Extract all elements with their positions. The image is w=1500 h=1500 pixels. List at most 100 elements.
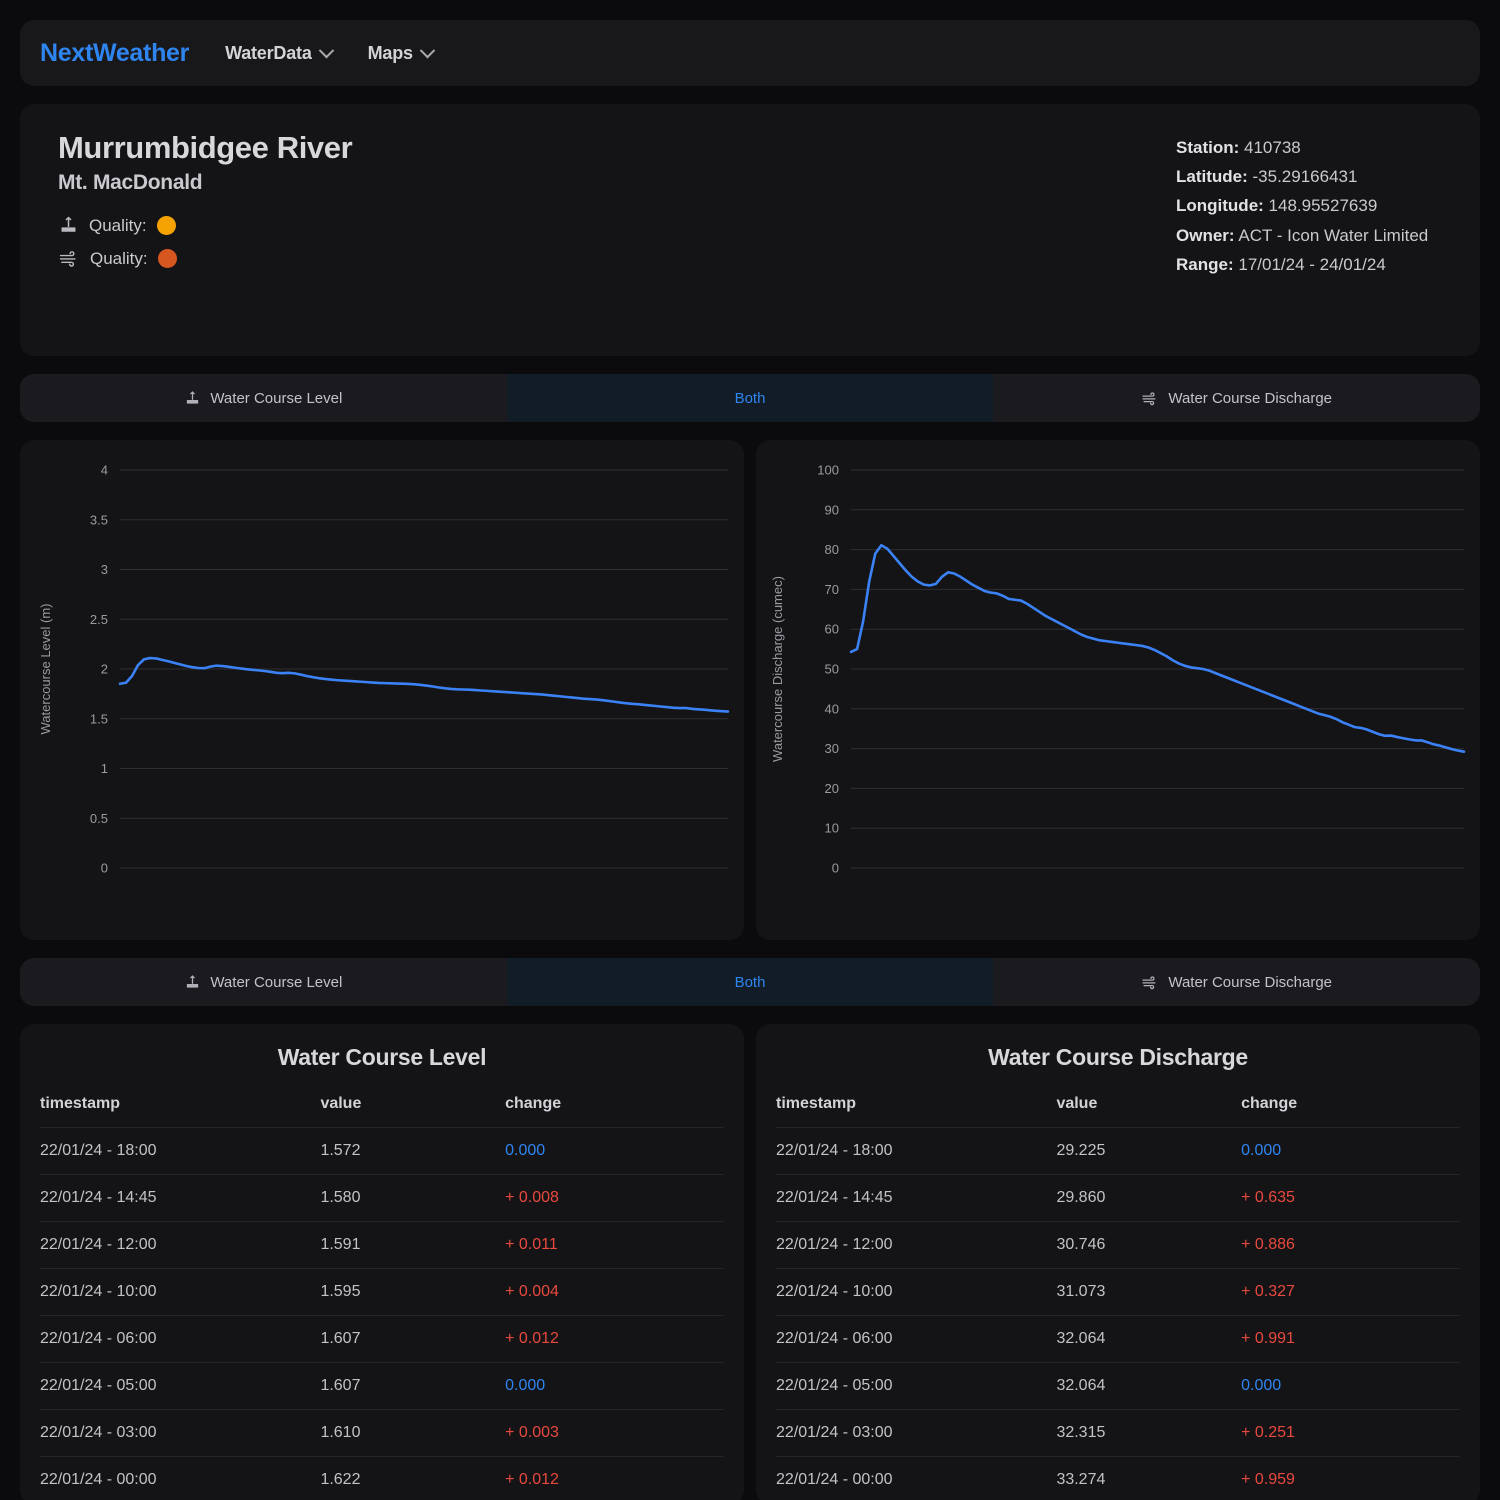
col-timestamp: timestamp: [776, 1095, 857, 1112]
table-row: 22/01/24 - 18:00 1.572 0.000: [40, 1127, 724, 1175]
chart-level-svg: 0 0.5 1 1.5 2 2.5 3 3.5 4 Watercourse Level (m): [38, 463, 730, 876]
col-value: value: [320, 1095, 362, 1112]
table-row: 22/01/24 - 00:00 1.622 + 0.012: [40, 1456, 724, 1500]
station-identity: Murrumbidgee River Mt. MacDonald Quality…: [40, 130, 353, 326]
table-row: 22/01/24 - 12:00 1.591 + 0.011: [40, 1221, 724, 1269]
cell-change: 0.000: [1241, 1127, 1460, 1175]
quality-discharge-label: Quality:: [90, 248, 148, 268]
cell-change: 0.000: [1241, 1362, 1460, 1410]
cell-change: + 0.886: [1241, 1221, 1460, 1269]
y-axis-tick-label: 40: [825, 701, 839, 716]
tab-chart-water-course-level[interactable]: Water Course Level: [20, 374, 507, 422]
nav-item-waterdata-label: WaterData: [225, 42, 312, 63]
table-row: 22/01/24 - 00:00 33.274 + 0.959: [776, 1456, 1460, 1500]
y-axis-tick-label: 70: [825, 582, 839, 597]
tables-row: Water Course Level timestamp value chang…: [20, 1024, 1480, 1500]
cell-value: 1.595: [320, 1268, 506, 1316]
cell-change: + 0.991: [1241, 1315, 1460, 1363]
cell-timestamp: 22/01/24 - 12:00: [40, 1221, 321, 1269]
cell-timestamp: 22/01/24 - 10:00: [40, 1268, 321, 1316]
nav-item-waterdata[interactable]: WaterData: [225, 42, 334, 64]
cell-timestamp: 22/01/24 - 06:00: [776, 1315, 1057, 1363]
chart-discharge-svg: 0 10 20 30 40 50 60 70 80 90 100 Watercourse Discha…: [770, 463, 1466, 876]
y-axis-tick-label: 1: [101, 761, 108, 776]
table-card-discharge: Water Course Discharge timestamp value c…: [756, 1024, 1480, 1500]
meta-station-value: 410738: [1244, 138, 1301, 157]
y-axis-tick-label: 60: [825, 622, 839, 637]
table-discharge-title: Water Course Discharge: [988, 1044, 1248, 1070]
meta-latitude: Latitude: -35.29166431: [1176, 162, 1454, 191]
cell-change: + 0.327: [1241, 1268, 1460, 1316]
table-level-title: Water Course Level: [277, 1044, 487, 1070]
cell-change: 0.000: [505, 1362, 724, 1410]
table-row: 22/01/24 - 10:00 31.073 + 0.327: [776, 1268, 1460, 1316]
cell-change: 0.000: [505, 1127, 724, 1175]
meta-range: Range: 17/01/24 - 24/01/24: [1176, 250, 1454, 279]
table-row: 22/01/24 - 03:00 32.315 + 0.251: [776, 1409, 1460, 1457]
y-axis-tick-label: 30: [825, 741, 839, 756]
table-row: 22/01/24 - 14:45 29.860 + 0.635: [776, 1174, 1460, 1222]
col-change: change: [505, 1095, 562, 1112]
meta-latitude-value: -35.29166431: [1252, 167, 1358, 187]
y-axis-tick-label: 4: [101, 463, 108, 478]
cell-value: 1.591: [320, 1221, 506, 1269]
chart-tab-bar: Water Course Level Both Water Course Dis…: [20, 374, 1480, 422]
cell-value: 29.860: [1056, 1174, 1242, 1222]
tab-chart-level-label: Water Course Level: [210, 389, 343, 407]
tab-table-water-course-level[interactable]: Water Course Level: [20, 958, 507, 1006]
cell-change: + 0.011: [505, 1221, 724, 1269]
cell-change: + 0.635: [1241, 1174, 1460, 1222]
y-axis-tick-label: 2: [101, 662, 108, 677]
meta-latitude-label: Latitude:: [1176, 167, 1248, 187]
meta-longitude-label: Longitude:: [1176, 196, 1264, 216]
cell-value: 1.610: [320, 1409, 506, 1457]
quality-discharge-status-dot: [157, 249, 177, 268]
tab-table-level-label: Water Course Level: [210, 973, 343, 991]
y-axis-tick-label: 1.5: [90, 711, 108, 726]
cell-change: + 0.008: [505, 1174, 724, 1222]
page-title: Murrumbidgee River: [58, 130, 353, 165]
tab-chart-both-label: Both: [734, 389, 766, 407]
cell-timestamp: 22/01/24 - 18:00: [776, 1127, 1057, 1175]
nav-item-maps[interactable]: Maps: [368, 42, 436, 64]
cell-change: + 0.012: [505, 1315, 724, 1363]
table-row: 22/01/24 - 05:00 32.064 0.000: [776, 1362, 1460, 1410]
tab-table-discharge-label: Water Course Discharge: [1168, 973, 1333, 991]
cell-timestamp: 22/01/24 - 00:00: [776, 1456, 1057, 1500]
table-level: timestamp value change 22/01/24 - 18:00 1…: [40, 1085, 724, 1500]
quality-row-level: Quality:: [58, 209, 352, 242]
tab-table-both[interactable]: Both: [506, 958, 994, 1006]
tab-chart-both[interactable]: Both: [506, 374, 994, 422]
y-axis-tick-label: 0.5: [90, 811, 108, 826]
series-line: [849, 543, 1466, 753]
quality-row-discharge: Quality:: [58, 242, 352, 275]
water-flow-icon: [1142, 391, 1156, 405]
water-flow-icon: [59, 251, 76, 267]
cell-change: + 0.012: [505, 1456, 724, 1500]
meta-longitude-value: 148.95527639: [1268, 196, 1378, 216]
cell-change: + 0.003: [505, 1409, 724, 1457]
cell-timestamp: 22/01/24 - 00:00: [40, 1456, 321, 1500]
quality-level-label: Quality:: [89, 215, 147, 235]
cell-timestamp: 22/01/24 - 05:00: [40, 1362, 321, 1410]
cell-timestamp: 22/01/24 - 06:00: [40, 1315, 321, 1363]
y-axis-tick-label: 3.5: [90, 512, 108, 527]
brand-logo[interactable]: NextWeather: [40, 39, 189, 68]
water-level-gauge-icon: [187, 390, 199, 404]
tab-chart-discharge-label: Water Course Discharge: [1168, 389, 1333, 407]
y-axis-tick-label: 100: [817, 463, 839, 478]
table-row: 22/01/24 - 18:00 29.225 0.000: [776, 1127, 1460, 1175]
tab-chart-water-course-discharge[interactable]: Water Course Discharge: [993, 374, 1480, 422]
tab-table-water-course-discharge[interactable]: Water Course Discharge: [993, 958, 1480, 1006]
station-site-name: Mt. MacDonald: [58, 171, 203, 194]
y-axis-tick-label: 90: [825, 502, 839, 517]
cell-value: 33.274: [1056, 1456, 1242, 1500]
cell-value: 32.315: [1056, 1409, 1242, 1457]
y-axis-tick-label: 0: [101, 861, 108, 876]
chevron-down-icon: [318, 42, 334, 58]
cell-value: 1.572: [320, 1127, 506, 1175]
table-row: 22/01/24 - 06:00 32.064 + 0.991: [776, 1315, 1460, 1363]
meta-range-value: 17/01/24 - 24/01/24: [1238, 254, 1386, 274]
quality-level-status-dot: [156, 216, 176, 235]
table-tab-bar: Water Course Level Both Water Course Dis…: [20, 958, 1480, 1006]
